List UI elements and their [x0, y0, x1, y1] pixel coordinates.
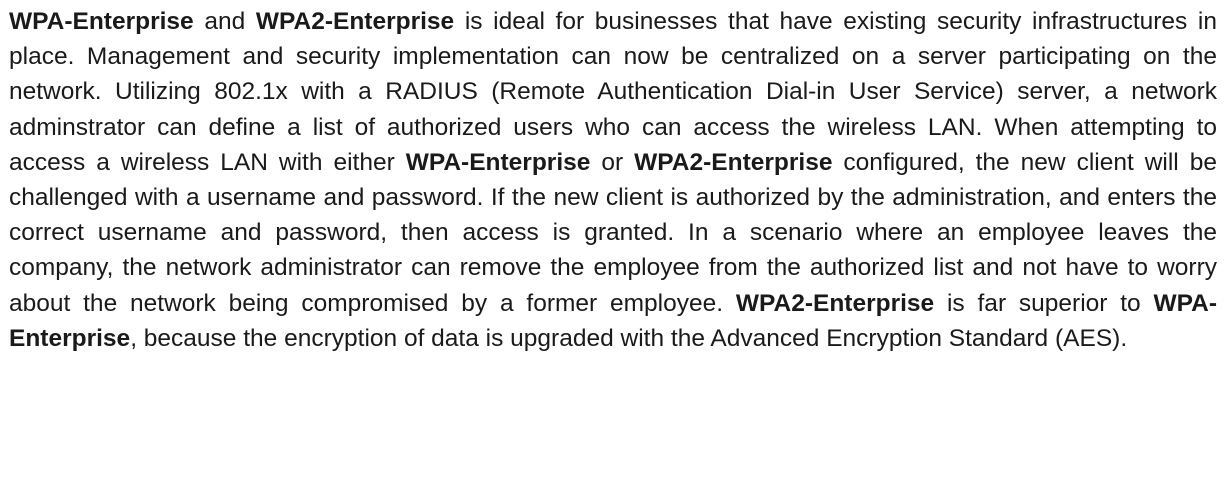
- term-wpa2-enterprise: WPA2-Enterprise: [634, 148, 833, 176]
- body-text: or: [590, 148, 635, 176]
- body-text: and: [193, 8, 256, 35]
- body-text: , because the encryption of data is upgr…: [130, 324, 1128, 352]
- term-wpa2-enterprise: WPA2-Enterprise: [735, 289, 935, 317]
- term-wpa2-enterprise: WPA2-Enterprise: [255, 8, 455, 35]
- term-wpa-enterprise: WPA-Enterprise: [405, 148, 591, 176]
- body-paragraph: WPA-Enterprise and WPA2-Enterprise is id…: [9, 4, 1217, 356]
- body-text: is far superior to: [934, 289, 1154, 317]
- document-page: WPA-Enterprise and WPA2-Enterprise is id…: [0, 0, 1227, 501]
- term-wpa-enterprise: WPA-Enterprise: [9, 8, 194, 35]
